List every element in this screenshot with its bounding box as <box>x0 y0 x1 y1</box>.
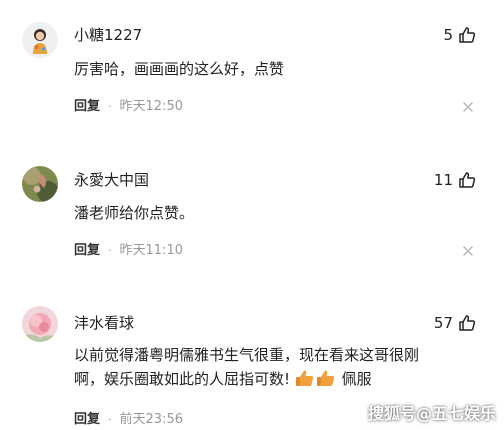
comment-text-line: 以前觉得潘粤明儒雅书生气很重，现在看来这哥很刚 <box>74 346 420 364</box>
comment-meta: 回复 · 昨天11:10 <box>74 242 183 260</box>
comment-time: 昨天11:10 <box>119 243 183 258</box>
reply-button[interactable]: 回复 <box>74 411 100 429</box>
username[interactable]: 沣水看球 <box>74 313 134 333</box>
comment-time: 前天23:56 <box>119 412 183 427</box>
comment-text-part: 佩服 <box>341 370 372 388</box>
avatar[interactable] <box>22 306 58 342</box>
thumbs-up-icon <box>458 314 476 332</box>
thumbs-up-emoji-icon <box>295 368 315 388</box>
like-button[interactable]: 57 <box>434 313 476 333</box>
comment-text: 潘老师给你点赞。 <box>74 204 195 222</box>
separator-dot: · <box>108 100 112 113</box>
comment-time: 昨天12:50 <box>119 99 183 114</box>
thumbs-up-icon <box>458 26 476 44</box>
thumbs-up-emoji-icon <box>316 368 336 388</box>
comment-meta: 回复 · 昨天12:50 <box>74 98 183 116</box>
comment-text-line: 啊，娱乐圈敢如此的人屈指可数! 佩服 <box>74 367 474 391</box>
watermark: 搜狐号@五七娱乐 <box>367 404 496 423</box>
close-icon[interactable] <box>462 245 474 257</box>
username[interactable]: 小糖1227 <box>74 25 142 45</box>
reply-button[interactable]: 回复 <box>74 98 100 116</box>
like-count: 57 <box>433 314 453 332</box>
thumbs-up-icon <box>458 171 476 189</box>
like-button[interactable]: 11 <box>434 170 476 190</box>
comment-text-part: 啊，娱乐圈敢如此的人屈指可数! <box>74 370 291 388</box>
separator-dot: · <box>108 413 112 426</box>
reply-button[interactable]: 回复 <box>74 242 100 260</box>
like-button[interactable]: 5 <box>443 25 476 45</box>
close-icon[interactable] <box>462 101 474 113</box>
comment-text: 以前觉得潘粤明儒雅书生气很重，现在看来这哥很刚 啊，娱乐圈敢如此的人屈指可数! … <box>74 343 474 391</box>
separator-dot: · <box>108 244 112 257</box>
like-count: 11 <box>433 171 453 189</box>
comment-meta: 回复 · 前天23:56 <box>74 411 183 429</box>
comment-text: 厉害哈，画画画的这么好，点赞 <box>74 60 285 78</box>
comment-list: 小糖1227 5 厉害哈，画画画的这么好，点赞 回复 · 昨天12:50 永愛大… <box>0 0 504 430</box>
avatar[interactable] <box>22 22 58 58</box>
avatar[interactable] <box>22 166 58 202</box>
like-count: 5 <box>443 26 453 44</box>
username[interactable]: 永愛大中国 <box>74 170 149 190</box>
